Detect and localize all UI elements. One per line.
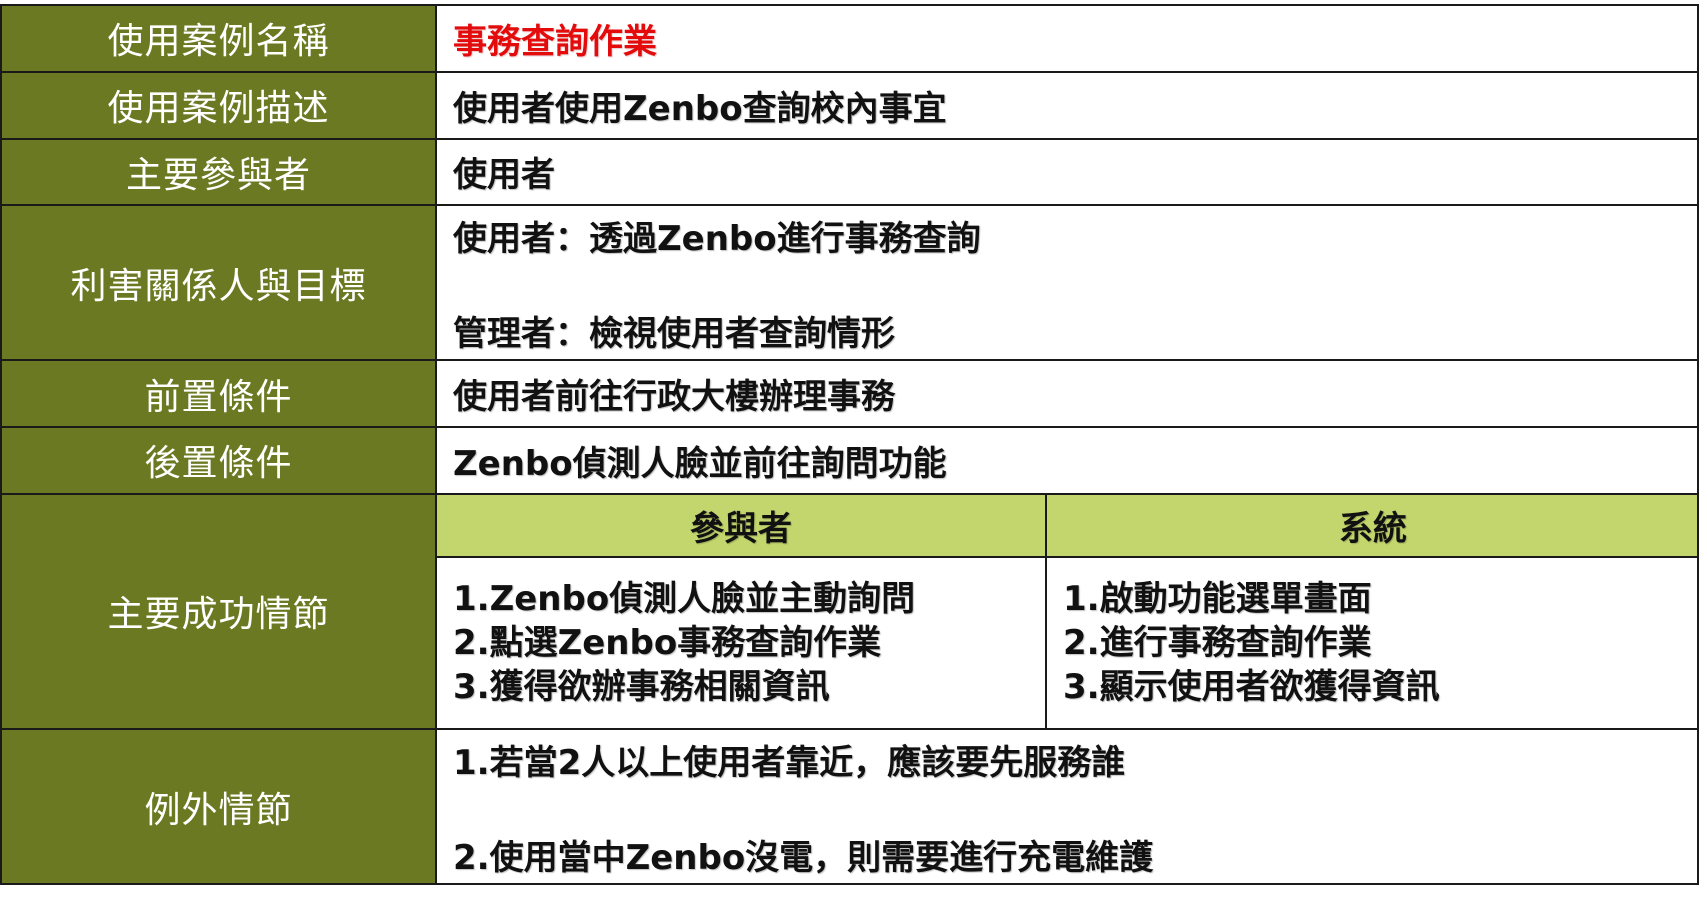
postconditions-value: Zenbo偵測人臉並前往詢問功能 bbox=[435, 425, 1699, 495]
primary-actor-value: 使用者 bbox=[435, 137, 1699, 207]
row-exceptions: 例外情節 1.若當2人以上使用者靠近，應該要先服務誰 2.使用當中Zenbo沒電… bbox=[0, 728, 1699, 885]
actor-step: 1.Zenbo偵測人臉並主動詢問 bbox=[453, 578, 916, 619]
use-case-name-label: 使用案例名稱 bbox=[0, 4, 437, 73]
main-scenario-subtable: 參與者 系統 1.Zenbo偵測人臉並主動詢問 2.點選Zenbo事務查詢作業 … bbox=[438, 495, 1696, 728]
row-use-case-desc: 使用案例描述 使用者使用Zenbo查詢校內事宜 bbox=[0, 70, 1699, 140]
actor-step: 3.獲得欲辦事務相關資訊 bbox=[453, 666, 830, 707]
stakeholder-line: 使用者：透過Zenbo進行事務查詢 bbox=[453, 218, 981, 259]
row-primary-actor: 主要參與者 使用者 bbox=[0, 137, 1699, 207]
actor-steps: 1.Zenbo偵測人臉並主動詢問 2.點選Zenbo事務查詢作業 3.獲得欲辦事… bbox=[438, 556, 1047, 728]
primary-actor-label: 主要參與者 bbox=[0, 137, 437, 207]
exceptions-label: 例外情節 bbox=[0, 728, 437, 885]
use-case-table: 使用案例名稱 事務查詢作業 使用案例描述 使用者使用Zenbo查詢校內事宜 主要… bbox=[0, 4, 1699, 885]
use-case-desc-label: 使用案例描述 bbox=[0, 70, 437, 140]
actor-step: 2.點選Zenbo事務查詢作業 bbox=[453, 622, 882, 663]
actor-column-header: 參與者 bbox=[438, 495, 1047, 558]
stakeholders-label: 利害關係人與目標 bbox=[0, 204, 437, 362]
system-step: 3.顯示使用者欲獲得資訊 bbox=[1063, 666, 1440, 707]
system-column-header: 系統 bbox=[1046, 495, 1696, 558]
postconditions-label: 後置條件 bbox=[0, 425, 437, 495]
exception-line: 2.使用當中Zenbo沒電，則需要進行充電維護 bbox=[453, 837, 1154, 878]
stakeholder-line: 管理者：檢視使用者查詢情形 bbox=[453, 313, 895, 354]
main-scenario-label: 主要成功情節 bbox=[0, 492, 437, 731]
exception-line: 1.若當2人以上使用者靠近，應該要先服務誰 bbox=[453, 742, 1126, 783]
line-spacer bbox=[453, 784, 1696, 830]
use-case-name-value: 事務查詢作業 bbox=[435, 4, 1699, 73]
system-step: 2.進行事務查詢作業 bbox=[1063, 622, 1372, 663]
row-preconditions: 前置條件 使用者前往行政大樓辦理事務 bbox=[0, 359, 1699, 428]
row-use-case-name: 使用案例名稱 事務查詢作業 bbox=[0, 4, 1699, 73]
system-steps: 1.啟動功能選單畫面 2.進行事務查詢作業 3.顯示使用者欲獲得資訊 bbox=[1046, 556, 1696, 728]
line-spacer bbox=[453, 260, 1696, 306]
preconditions-value: 使用者前往行政大樓辦理事務 bbox=[435, 359, 1699, 428]
row-postconditions: 後置條件 Zenbo偵測人臉並前往詢問功能 bbox=[0, 425, 1699, 495]
stakeholders-value: 使用者：透過Zenbo進行事務查詢 管理者：檢視使用者查詢情形 bbox=[435, 204, 1699, 362]
preconditions-label: 前置條件 bbox=[0, 359, 437, 428]
main-scenario-cell: 參與者 系統 1.Zenbo偵測人臉並主動詢問 2.點選Zenbo事務查詢作業 … bbox=[435, 492, 1699, 731]
use-case-desc-value: 使用者使用Zenbo查詢校內事宜 bbox=[435, 70, 1699, 140]
row-main-scenario: 主要成功情節 參與者 系統 1.Zenbo偵測人臉並主動詢問 2.點選Zenbo… bbox=[0, 492, 1699, 731]
exceptions-value: 1.若當2人以上使用者靠近，應該要先服務誰 2.使用當中Zenbo沒電，則需要進… bbox=[435, 728, 1699, 885]
row-stakeholders: 利害關係人與目標 使用者：透過Zenbo進行事務查詢 管理者：檢視使用者查詢情形 bbox=[0, 204, 1699, 362]
system-step: 1.啟動功能選單畫面 bbox=[1063, 578, 1372, 619]
